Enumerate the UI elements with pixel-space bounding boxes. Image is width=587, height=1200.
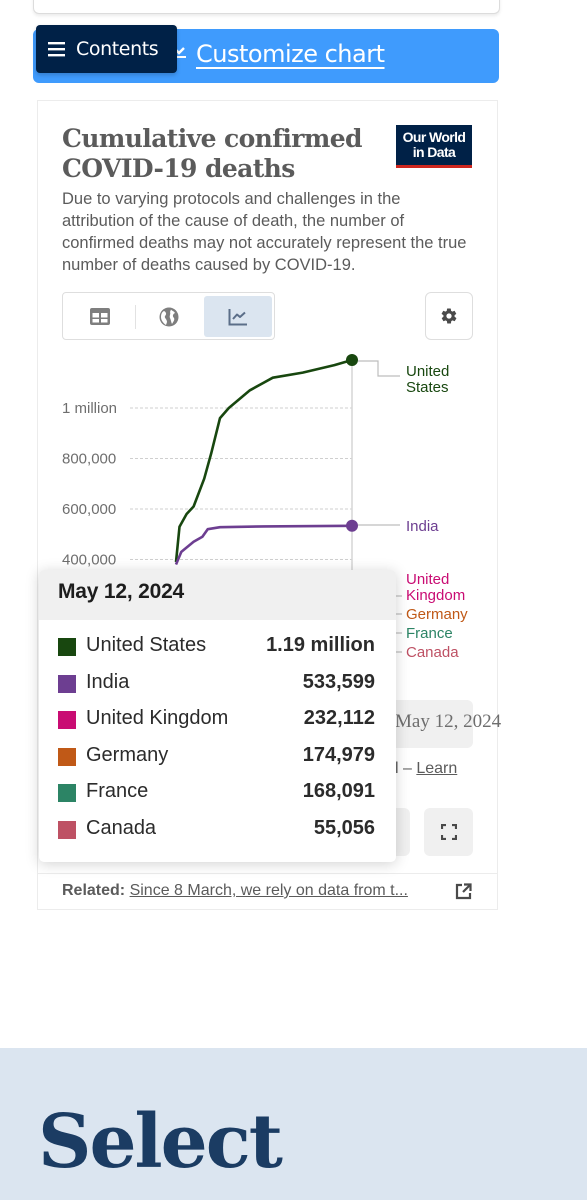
series-name: India — [86, 670, 130, 693]
series-label: United — [406, 571, 449, 588]
series-end-marker — [346, 354, 358, 367]
series-label: Kingdom — [406, 587, 465, 604]
owid-logo[interactable]: Our World in Data — [396, 125, 472, 168]
menu-icon — [48, 42, 65, 57]
related-bar: Related: Since 8 March, we rely on data … — [38, 873, 497, 909]
contents-button[interactable]: Contents — [36, 25, 177, 73]
date-range-value: May 12, 2024 — [395, 711, 502, 732]
customize-chart-link[interactable]: Customize chart — [196, 40, 385, 68]
chart-tooltip: May 12, 2024 United States 1.19 million In… — [39, 570, 396, 862]
series-name: United States — [86, 634, 207, 656]
select-heading: Select — [38, 1099, 283, 1185]
learn-more-link[interactable]: Learn — [416, 760, 457, 777]
series-name: France — [86, 780, 149, 803]
series-label: Canada — [406, 644, 459, 661]
series-value: 1.19 million — [266, 634, 375, 656]
source-line: l – Learn — [395, 760, 457, 778]
series-value: 232,112 — [303, 707, 375, 730]
tooltip-row: Germany 174,979 — [39, 739, 396, 775]
globe-icon — [159, 307, 179, 326]
series-label: France — [406, 625, 453, 642]
series-swatch — [58, 821, 76, 839]
contents-label: Contents — [76, 38, 159, 60]
external-link-icon[interactable] — [455, 883, 472, 900]
y-tick-label: 1 million — [62, 400, 117, 417]
series-value: 533,599 — [302, 670, 375, 693]
series-end-marker — [346, 519, 358, 532]
y-tick-label: 600,000 — [62, 501, 116, 518]
tooltip-row: Canada 55,056 — [39, 812, 396, 848]
series-name: Canada — [86, 817, 157, 839]
series-label: India — [406, 518, 439, 535]
tab-table[interactable] — [66, 296, 134, 337]
chart-subtitle: Due to varying protocols and challenges … — [62, 190, 467, 274]
gear-icon — [441, 308, 457, 324]
logo-line-2: in Data — [412, 144, 456, 160]
series-swatch — [58, 784, 76, 803]
related-link[interactable]: Since 8 March, we rely on data from t... — [130, 882, 408, 899]
settings-button[interactable] — [425, 292, 473, 340]
series-swatch — [58, 638, 76, 656]
fullscreen-button[interactable] — [424, 808, 473, 856]
table-icon — [90, 308, 110, 325]
series-name: United Kingdom — [86, 707, 229, 730]
tab-map[interactable] — [135, 296, 203, 337]
series-label: States — [406, 379, 449, 396]
tooltip-date: May 12, 2024 — [39, 570, 396, 620]
series-value: 168,091 — [302, 780, 375, 803]
series-swatch — [58, 747, 76, 766]
series-swatch — [58, 711, 76, 730]
series-label: United — [406, 363, 449, 380]
source-prefix: l – — [395, 760, 417, 777]
series-name: Germany — [86, 743, 169, 766]
logo-line-1: Our World — [402, 129, 466, 145]
tooltip-row: United States 1.19 million — [39, 629, 396, 665]
fullscreen-icon — [440, 824, 457, 840]
chart-title: Cumulative confirmed COVID-19 deaths — [62, 124, 363, 183]
line-chart-icon — [228, 308, 247, 325]
series-value: 55,056 — [313, 817, 375, 839]
y-tick-label: 400,000 — [62, 552, 116, 569]
series-label: Germany — [406, 606, 468, 623]
series-swatch — [58, 674, 76, 693]
page: Customize chart Contents Cumulative conf… — [0, 0, 587, 1200]
tooltip-row: India 533,599 — [39, 666, 396, 702]
series-value: 174,979 — [302, 743, 375, 766]
related-label: Related: — [62, 882, 126, 899]
y-tick-label: 800,000 — [62, 451, 116, 468]
tooltip-row: France 168,091 — [39, 775, 396, 811]
view-tabs — [62, 292, 275, 340]
tooltip-row: United Kingdom 232,112 — [39, 702, 396, 738]
previous-card — [33, 0, 500, 14]
tab-chart[interactable] — [204, 296, 272, 337]
